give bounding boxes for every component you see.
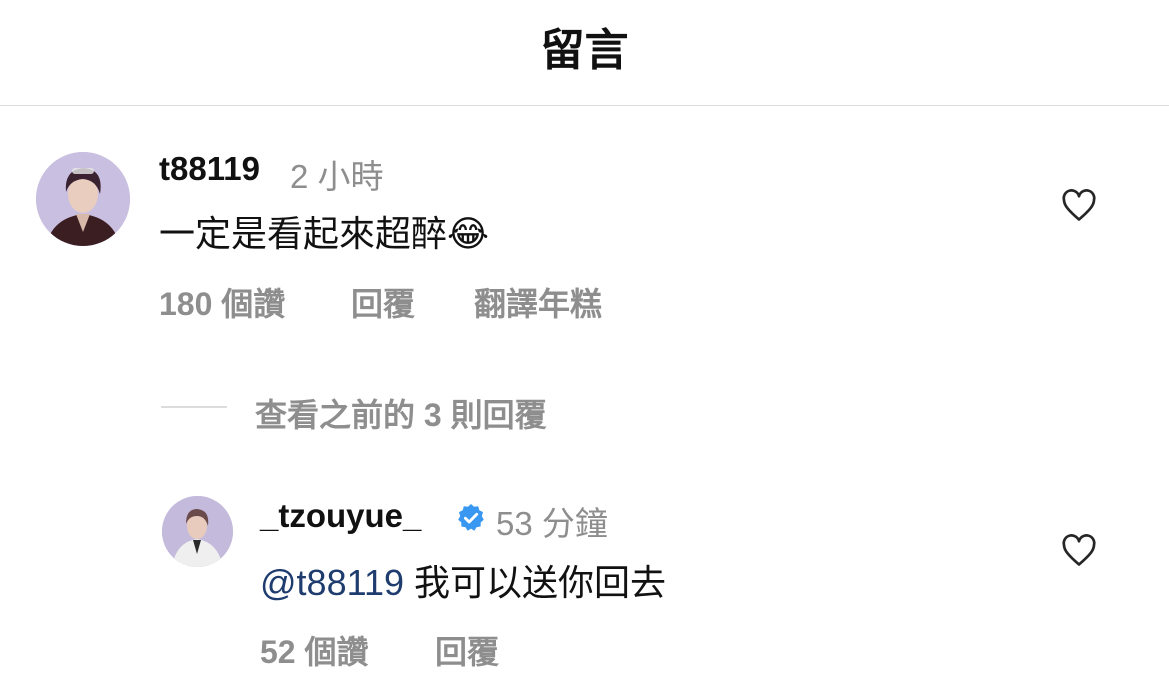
comment-likes-count[interactable]: 180 個讚 bbox=[159, 279, 285, 325]
avatar[interactable] bbox=[162, 496, 233, 567]
comment-time: 2 小時 bbox=[290, 158, 384, 195]
verified-badge-icon bbox=[458, 504, 484, 531]
mention-link[interactable]: @t88119 bbox=[260, 562, 404, 603]
comment-reply-button[interactable]: 回覆 bbox=[351, 279, 415, 325]
comments-header: 留言 bbox=[0, 0, 1169, 106]
page-title: 留言 bbox=[540, 26, 629, 75]
comment-translate-button[interactable]: 翻譯年糕 bbox=[474, 279, 602, 325]
like-heart-icon[interactable] bbox=[1060, 188, 1098, 224]
like-heart-icon[interactable] bbox=[1060, 533, 1098, 569]
reply-reply-button[interactable]: 回覆 bbox=[435, 627, 499, 673]
replies-divider bbox=[161, 406, 227, 408]
reply-text: @t88119 我可以送你回去 bbox=[260, 554, 666, 606]
avatar[interactable] bbox=[36, 152, 130, 246]
comment-username[interactable]: t88119 bbox=[159, 150, 260, 188]
laughing-crying-emoji: 😂 bbox=[447, 213, 490, 254]
reply-time: 53 分鐘 bbox=[496, 505, 608, 542]
comment-text-body: 一定是看起來超醉 bbox=[159, 213, 448, 254]
reply-username[interactable]: _tzouyue_ bbox=[260, 497, 421, 535]
comment-text: 一定是看起來超醉😂 bbox=[159, 205, 489, 257]
reply-text-body: 我可以送你回去 bbox=[414, 562, 667, 603]
reply-likes-count[interactable]: 52 個讚 bbox=[260, 627, 369, 673]
view-previous-replies-button[interactable]: 查看之前的 3 則回覆 bbox=[255, 390, 547, 436]
